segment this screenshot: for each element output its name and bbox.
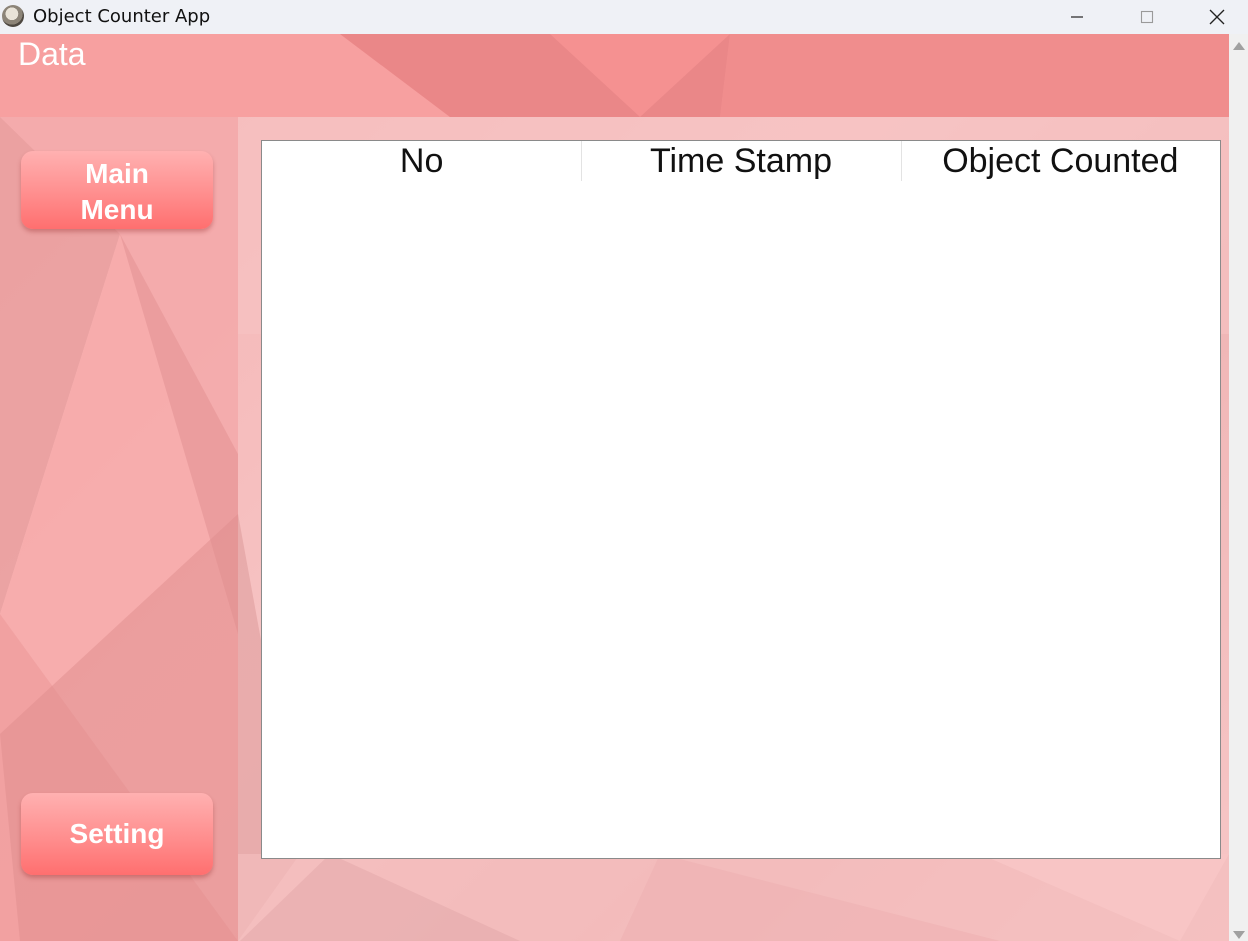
minimize-button[interactable]	[1042, 0, 1112, 34]
table-body[interactable]	[262, 183, 1220, 858]
column-header-time-stamp[interactable]: Time Stamp	[581, 141, 900, 183]
close-button[interactable]	[1182, 0, 1248, 34]
column-header-object-counted[interactable]: Object Counted	[900, 141, 1220, 183]
vertical-scrollbar[interactable]	[1229, 34, 1248, 941]
maximize-icon	[1140, 10, 1154, 24]
minimize-icon	[1071, 16, 1083, 18]
title-bar: Object Counter App	[0, 0, 1248, 34]
setting-button[interactable]: Setting	[21, 793, 213, 875]
setting-button-label: Setting	[69, 818, 165, 849]
scroll-up-arrow-icon[interactable]	[1233, 42, 1245, 50]
column-header-no[interactable]: No	[262, 141, 581, 183]
window-title: Object Counter App	[33, 6, 211, 27]
app-client-area: Data Main Menu Setting No Time Stamp Obj…	[0, 34, 1229, 941]
app-avatar-icon	[2, 5, 24, 27]
maximize-button[interactable]	[1112, 0, 1182, 34]
data-table[interactable]: No Time Stamp Object Counted	[261, 140, 1221, 859]
page-header: Data	[0, 34, 1229, 117]
close-icon	[1209, 9, 1225, 25]
main-menu-button[interactable]: Main Menu	[21, 151, 213, 229]
table-header: No Time Stamp Object Counted	[262, 141, 1220, 183]
page-title: Data	[18, 36, 86, 72]
main-menu-button-label: Main Menu	[80, 158, 154, 225]
scroll-down-arrow-icon[interactable]	[1233, 931, 1245, 939]
